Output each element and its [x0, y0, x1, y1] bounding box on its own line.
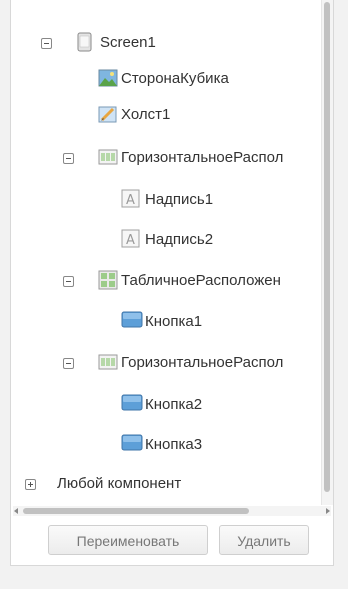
vertical-scrollbar[interactable]	[321, 0, 333, 505]
scroll-left-icon[interactable]	[14, 508, 18, 514]
delete-button[interactable]: Удалить	[219, 525, 309, 555]
horizontal-scrollbar[interactable]	[13, 506, 331, 516]
label-icon: A	[121, 229, 141, 249]
label-icon: A	[121, 189, 141, 209]
canvas-icon	[98, 104, 118, 124]
tree-node-label: СторонаКубика	[121, 70, 229, 87]
collapse-toggle-icon[interactable]	[63, 276, 74, 287]
tree-node-any-component[interactable]: Любой компонент	[11, 469, 311, 499]
horizontal-arrangement-icon	[98, 147, 118, 167]
tree-node-label: Надпись2	[145, 231, 214, 248]
tree-node-horizontal-arrangement[interactable]: ГоризонтальноеРаспол	[11, 143, 321, 173]
tree-node-label: ГоризонтальноеРаспол	[121, 354, 284, 371]
scroll-right-icon[interactable]	[326, 508, 330, 514]
svg-text:A: A	[126, 193, 135, 208]
tree-node-button[interactable]: Кнопка3	[11, 429, 311, 459]
component-tree: Screen1 СторонаКубика Холст1 Горизонталь…	[11, 0, 321, 505]
image-icon	[98, 68, 118, 88]
tree-node-label: Надпись1	[145, 191, 214, 208]
rename-button[interactable]: Переименовать	[48, 525, 208, 555]
collapse-toggle-icon[interactable]	[41, 38, 52, 49]
tree-node-label: Кнопка1	[145, 313, 203, 330]
tree-node-label: Холст1	[121, 106, 171, 123]
table-arrangement-icon	[98, 270, 118, 290]
tree-node-button[interactable]: Кнопка2	[11, 389, 311, 419]
horizontal-arrangement-icon	[98, 352, 118, 372]
tree-node-table-arrangement[interactable]: ТабличноеРасположен	[11, 266, 321, 296]
tree-node-label: Кнопка3	[145, 436, 203, 453]
collapse-toggle-icon[interactable]	[63, 358, 74, 369]
tree-node-label: ТабличноеРасположен	[121, 272, 281, 289]
tree-node-image[interactable]: СторонаКубика	[11, 64, 311, 94]
tree-node-label: Кнопка2	[145, 396, 203, 413]
tree-node-canvas[interactable]: Холст1	[11, 100, 311, 130]
tree-node-screen1[interactable]: Screen1	[11, 28, 311, 58]
tree-node-label-component[interactable]: A Надпись1	[11, 184, 311, 214]
collapse-toggle-icon[interactable]	[63, 153, 74, 164]
button-icon	[121, 310, 143, 330]
tree-node-button[interactable]: Кнопка1	[11, 306, 311, 336]
svg-text:A: A	[126, 233, 135, 248]
button-icon	[121, 433, 143, 453]
tree-node-label: Любой компонент	[57, 475, 182, 492]
vertical-scrollbar-thumb[interactable]	[324, 2, 330, 492]
components-panel: Screen1 СторонаКубика Холст1 Горизонталь…	[10, 0, 334, 566]
screen-icon	[75, 32, 95, 52]
expand-toggle-icon[interactable]	[25, 479, 36, 490]
tree-node-horizontal-arrangement[interactable]: ГоризонтальноеРаспол	[11, 348, 321, 378]
horizontal-scrollbar-thumb[interactable]	[23, 508, 249, 514]
tree-node-label: ГоризонтальноеРаспол	[121, 149, 284, 166]
tree-node-label-component[interactable]: A Надпись2	[11, 224, 311, 254]
tree-node-label: Screen1	[100, 34, 156, 51]
button-icon	[121, 393, 143, 413]
